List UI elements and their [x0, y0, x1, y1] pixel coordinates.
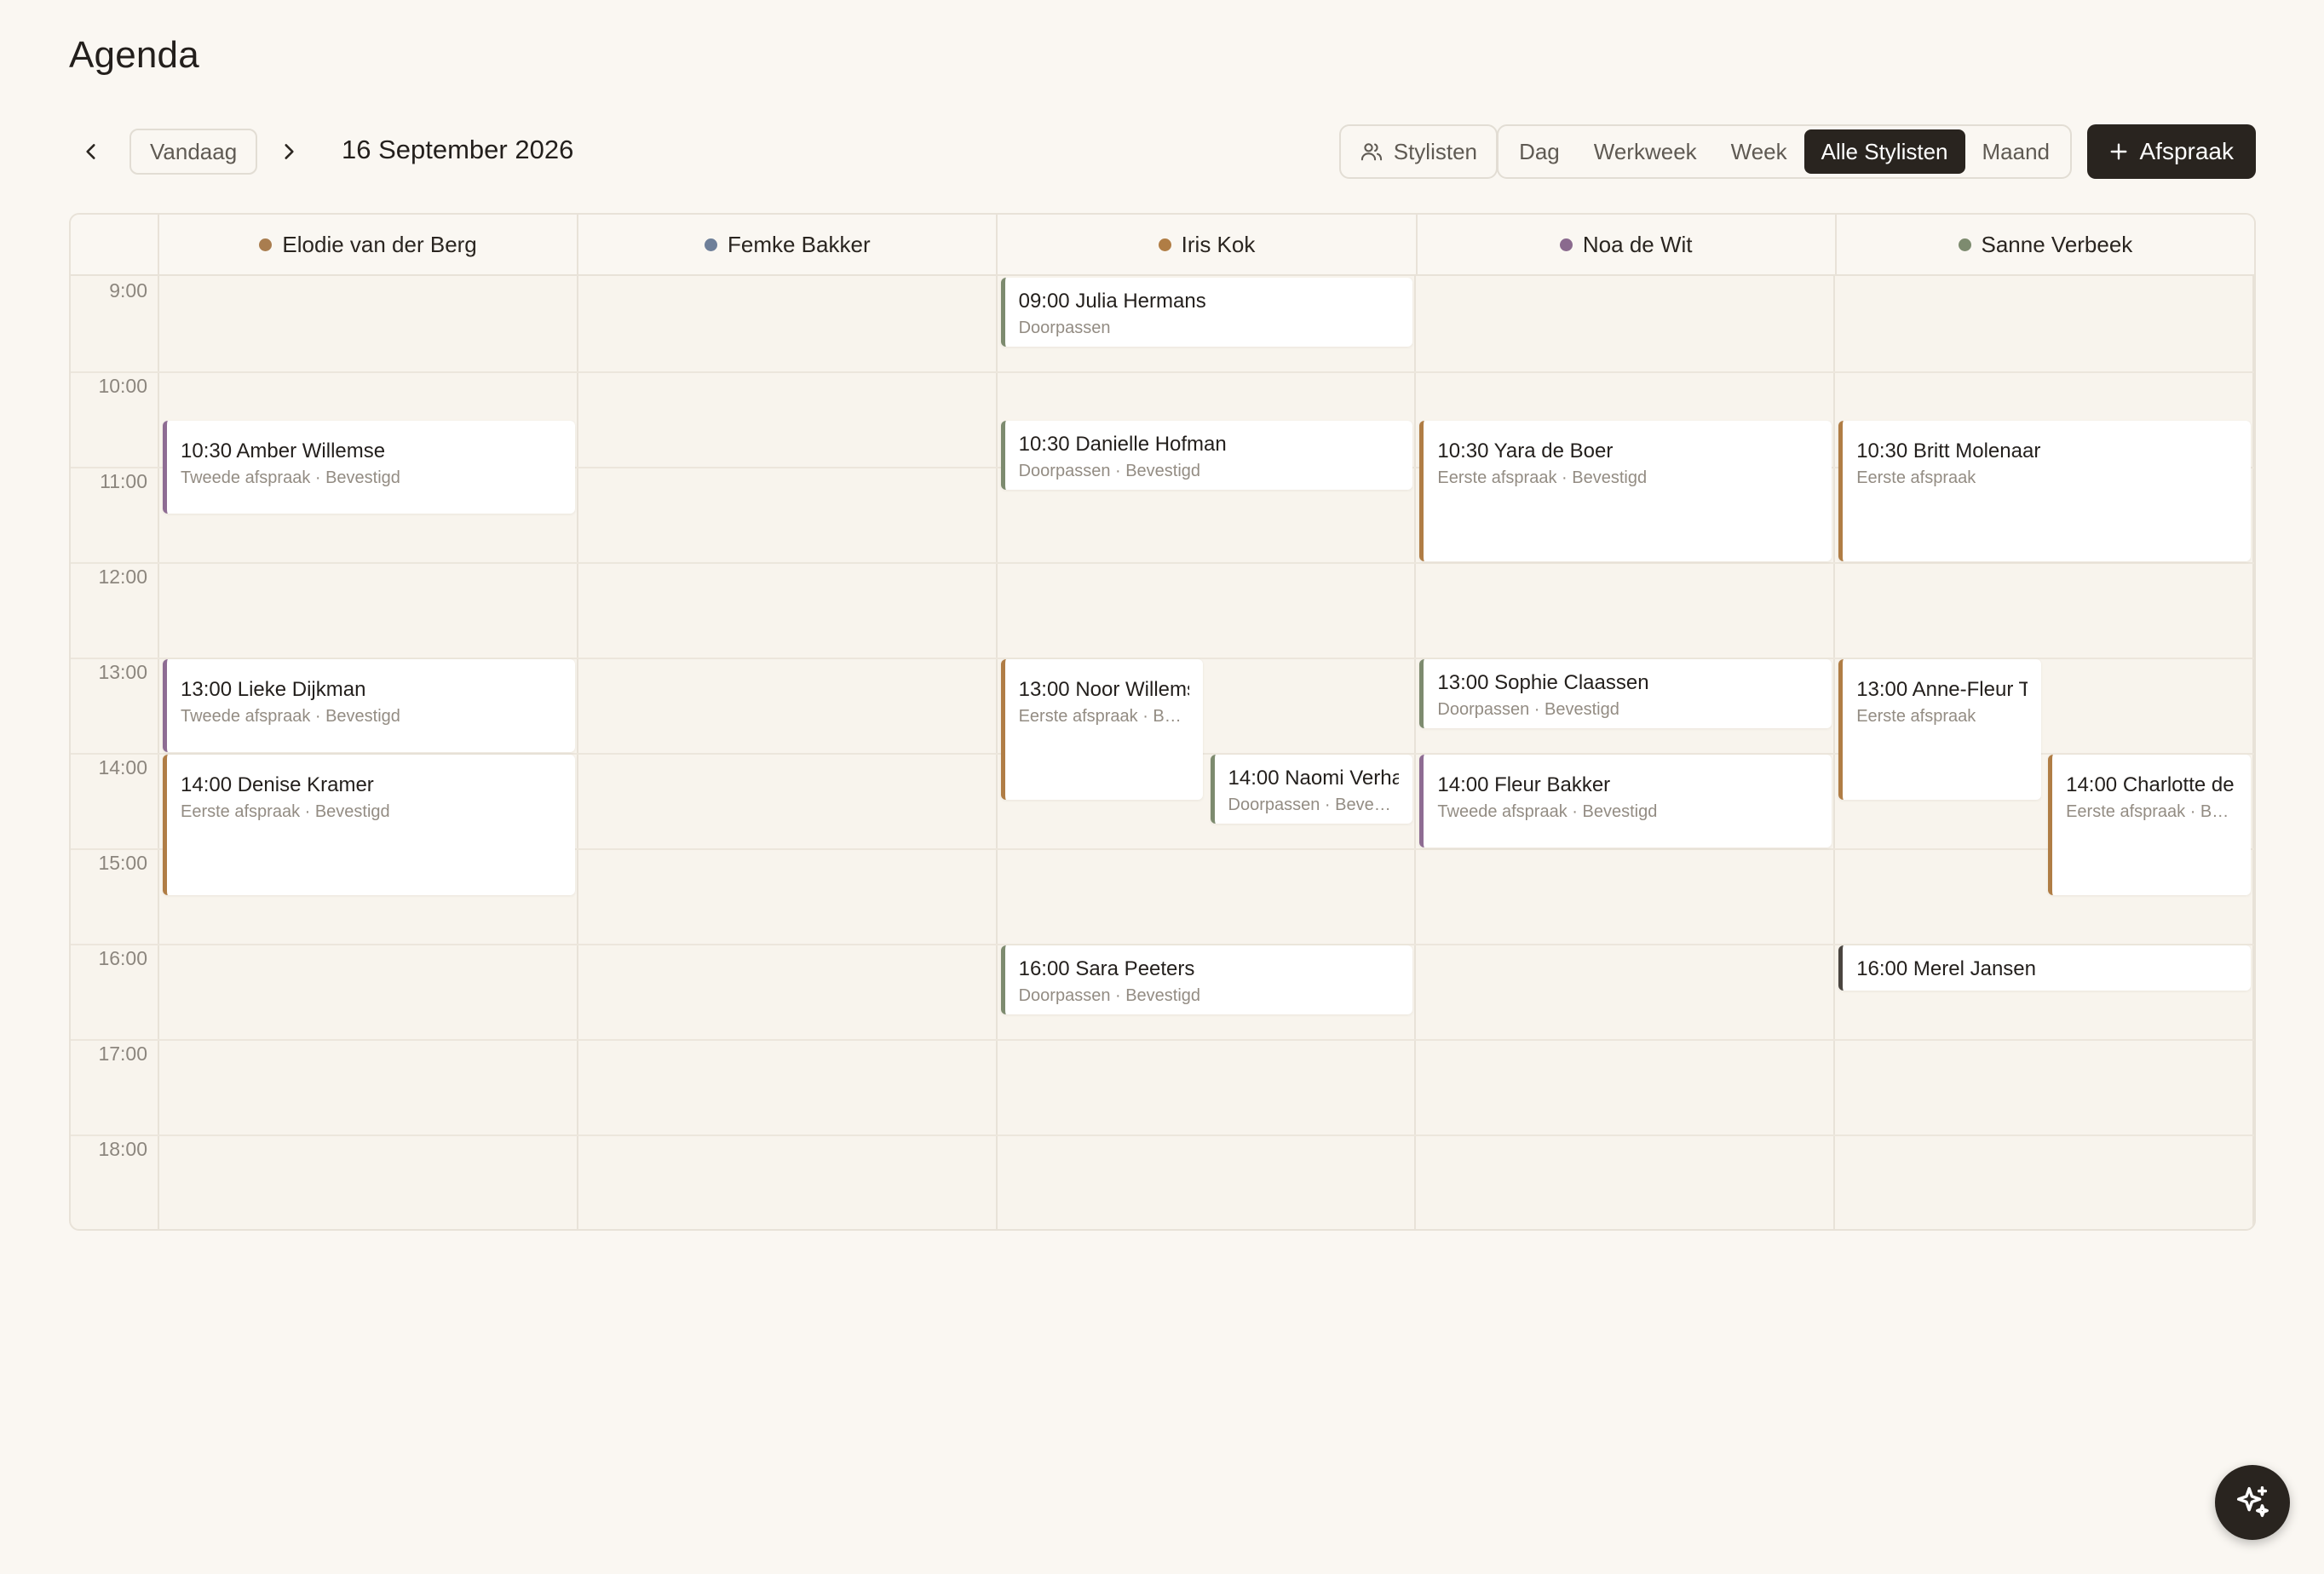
appointment-card[interactable]: 16:00 Sara Peeters Doorpassen · Bevestigd [1000, 945, 1413, 1014]
appointment-card[interactable]: 14:00 Denise Kramer Eerste afspraak · Bev… [163, 755, 575, 895]
add-appointment-button[interactable]: Afspraak [2086, 124, 2256, 179]
appointment-subtitle: Eerste afspraak [1856, 707, 1976, 726]
view-tab-werkweek[interactable]: Werkweek [1577, 129, 1714, 174]
stylist-name: Iris Kok [1181, 231, 1256, 257]
appointment-title: 14:00 Denise Kramer [181, 773, 374, 796]
hour-label: 11:00 [100, 470, 147, 492]
chevron-right-icon [285, 144, 294, 159]
appointment-subtitle: Tweede afspraak · Bevestigd [181, 468, 400, 487]
appointment-card[interactable]: 14:00 Naomi Verhaeg Doorpassen · Bevestig… [1210, 755, 1413, 824]
appointment-subtitle: Doorpassen · Bevestigd [1437, 700, 1619, 719]
calendar-header: Elodie van der Berg Femke Bakker Iris Kok N… [71, 215, 2254, 276]
view-tab-alle-stylisten[interactable]: Alle Stylisten [1803, 129, 1965, 174]
hour-label: 9:00 [109, 279, 147, 302]
appointment-subtitle: Eerste afspraak [1856, 468, 1976, 487]
view-tab-week[interactable]: Week [1714, 129, 1804, 174]
appointment-card[interactable]: 10:30 Danielle Hofman Doorpassen · Bevest… [1000, 421, 1413, 490]
appointment-title: 13:00 Lieke Dijkman [181, 678, 366, 701]
appointment-card[interactable]: 16:00 Merel Jansen [1838, 945, 2251, 991]
appointment-subtitle: Tweede afspraak · Bevestigd [181, 707, 400, 726]
today-button[interactable]: Vandaag [129, 129, 258, 175]
appointment-subtitle: Tweede afspraak · Bevestigd [1437, 802, 1658, 821]
appointment-title: 16:00 Merel Jansen [1856, 957, 2036, 980]
appointment-card[interactable]: 10:30 Amber Willemse Tweede afspraak · Be… [163, 421, 575, 514]
stylist-name: Femke Bakker [728, 231, 871, 257]
hour-label: 12:00 [98, 566, 147, 588]
hour-label: 15:00 [98, 852, 147, 874]
sparkles-icon [2236, 1486, 2269, 1518]
appointment-subtitle: Doorpassen · Bevestigd [1228, 796, 1400, 814]
appointment-title: 10:30 Danielle Hofman [1018, 433, 1227, 456]
next-day-button[interactable] [262, 124, 316, 179]
appointment-card[interactable]: 13:00 Noor Willems Eerste afspraak · Beve… [1000, 659, 1204, 800]
hour-gridline [71, 371, 2254, 373]
toolbar: Vandaag 16 September 2026 Stylisten Dag … [69, 124, 2256, 179]
stylist-name: Elodie van der Berg [282, 231, 477, 257]
view-switcher: Dag Werkweek Week Alle Stylisten Maand [1497, 124, 2072, 179]
appointment-subtitle: Doorpassen · Bevestigd [1018, 462, 1201, 480]
time-gutter-header [71, 215, 159, 274]
appointment-title: 10:30 Amber Willemse [181, 439, 386, 462]
appointment-card[interactable]: 14:00 Charlotte de I Eerste afspraak · Be… [2048, 755, 2251, 895]
calendar-body: 9:00 10:00 11:00 12:00 13:00 14:00 15:00 16:00 1… [71, 276, 2254, 1229]
hour-gridline [71, 1135, 2254, 1136]
appointment-card[interactable]: 14:00 Fleur Bakker Tweede afspraak · Beve… [1419, 755, 1832, 847]
appointment-title: 09:00 Julia Hermans [1018, 290, 1206, 313]
current-date: 16 September 2026 [342, 135, 574, 164]
stylist-color-dot [1158, 238, 1171, 251]
stylist-column-header: Elodie van der Berg [159, 215, 579, 274]
view-tab-maand[interactable]: Maand [1965, 129, 2068, 174]
hour-label: 10:00 [98, 375, 147, 397]
stylists-filter-label: Stylisten [1393, 138, 1477, 164]
stylist-color-dot [705, 238, 717, 251]
view-tab-dag[interactable]: Dag [1502, 129, 1577, 174]
stylist-column-header: Femke Bakker [578, 215, 998, 274]
appointment-card[interactable]: 13:00 Anne-Fleur T Eerste afspraak [1838, 659, 2042, 800]
stylist-color-dot [1958, 238, 1971, 251]
appointment-title: 10:30 Yara de Boer [1437, 439, 1614, 462]
hour-gridline [71, 1039, 2254, 1041]
page-title: Agenda [69, 34, 199, 76]
appointment-subtitle: Eerste afspraak · Bevestigd [181, 802, 390, 821]
calendar-grid: Elodie van der Berg Femke Bakker Iris Kok N… [69, 213, 2256, 1231]
stylist-column-header: Sanne Verbeek [1837, 215, 2254, 274]
appointment-title: 13:00 Sophie Claassen [1437, 671, 1649, 694]
appointment-subtitle: Eerste afspraak · Bevestigd [2066, 802, 2237, 821]
appointment-subtitle: Doorpassen [1018, 319, 1111, 337]
appointment-title: 16:00 Sara Peeters [1018, 957, 1195, 980]
appointment-subtitle: Doorpassen · Bevestigd [1018, 986, 1201, 1005]
appointment-title: 10:30 Britt Molenaar [1856, 439, 2041, 462]
chevron-left-icon [86, 144, 95, 159]
appointment-subtitle: Eerste afspraak · Bevestigd [1018, 707, 1190, 726]
users-icon [1360, 143, 1382, 161]
appointment-title: 13:00 Anne-Fleur T [1856, 678, 2028, 701]
appointment-title: 14:00 Charlotte de I [2066, 773, 2237, 796]
hour-label: 18:00 [98, 1138, 147, 1160]
stylist-name: Sanne Verbeek [1981, 231, 2133, 257]
appointment-card[interactable]: 09:00 Julia Hermans Doorpassen [1000, 278, 1413, 347]
appointment-card[interactable]: 13:00 Sophie Claassen Doorpassen · Bevest… [1419, 659, 1832, 728]
stylist-column-header: Noa de Wit [1418, 215, 1837, 274]
stylist-color-dot [1559, 238, 1573, 251]
assistant-button[interactable] [2215, 1465, 2290, 1540]
plus-icon [2110, 143, 2126, 160]
prev-day-button[interactable] [64, 124, 118, 179]
appointment-card[interactable]: 10:30 Britt Molenaar Eerste afspraak [1838, 421, 2251, 561]
stylist-column-header: Iris Kok [998, 215, 1418, 274]
hour-gridline [71, 562, 2254, 564]
hour-label: 13:00 [98, 661, 147, 683]
hour-label: 16:00 [98, 947, 147, 969]
appointment-title: 13:00 Noor Willems [1018, 678, 1190, 701]
appointment-card[interactable]: 10:30 Yara de Boer Eerste afspraak · Beve… [1419, 421, 1832, 561]
stylist-color-dot [259, 238, 273, 251]
appointment-title: 14:00 Fleur Bakker [1437, 773, 1611, 796]
stylists-filter-button[interactable]: Stylisten [1338, 124, 1498, 179]
add-appointment-label: Afspraak [2139, 138, 2235, 164]
hour-label: 17:00 [98, 1043, 147, 1065]
appointment-card[interactable]: 13:00 Lieke Dijkman Tweede afspraak · Bev… [163, 659, 575, 752]
hour-label: 14:00 [98, 756, 147, 778]
appointment-title: 14:00 Naomi Verhaeg [1228, 767, 1400, 790]
stylist-name: Noa de Wit [1582, 231, 1693, 257]
appointment-subtitle: Eerste afspraak · Bevestigd [1437, 468, 1648, 487]
